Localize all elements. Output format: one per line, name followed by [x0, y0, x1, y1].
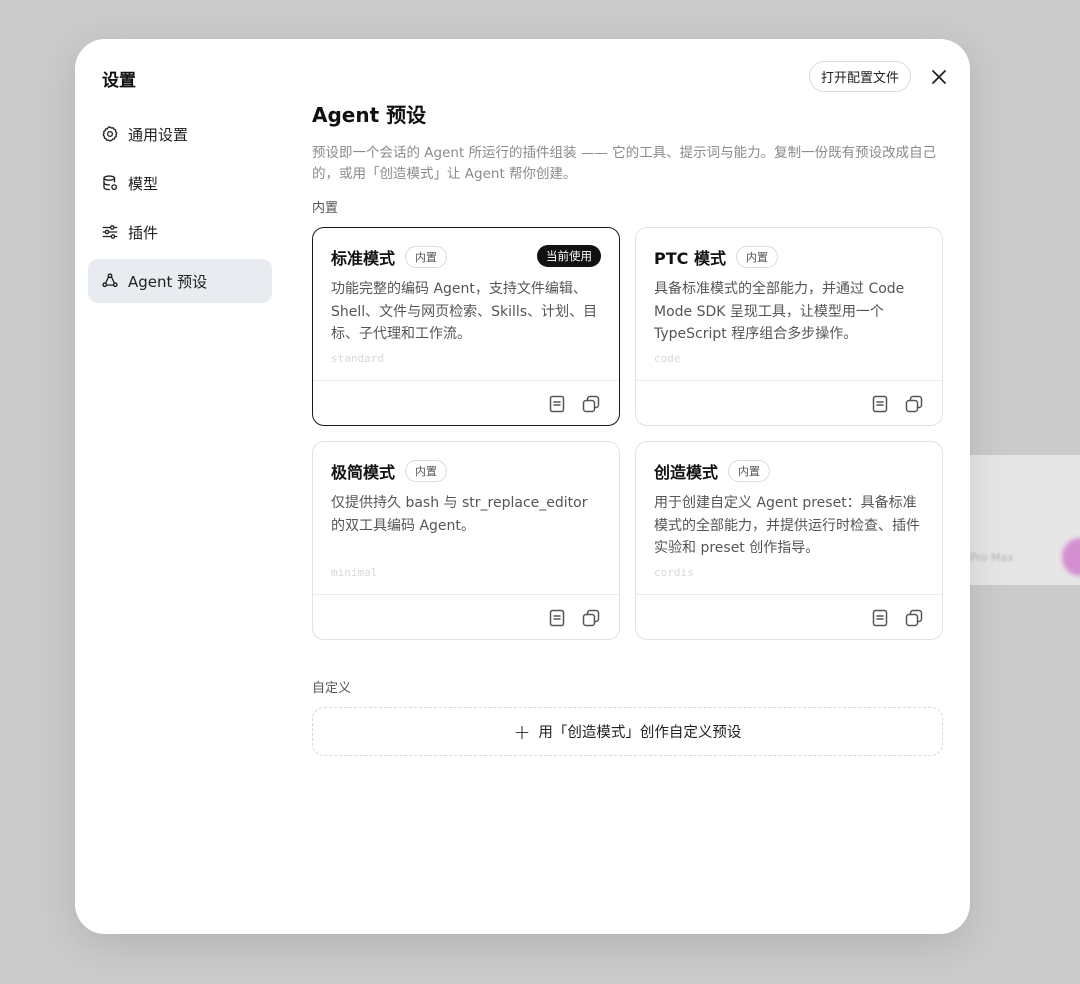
nav-item-label: 插件 [128, 223, 159, 242]
preset-card-ptc[interactable]: PTC 模式 内置 具备标准模式的全部能力，并通过 Code Mode SDK … [635, 227, 943, 426]
modal-title: 设置 [102, 71, 136, 91]
nav-item-models[interactable]: 模型 [88, 161, 272, 205]
preset-description: 具备标准模式的全部能力，并通过 Code Mode SDK 呈现工具，让模型用一… [654, 281, 905, 342]
plus-icon: + [513, 719, 531, 744]
card-divider [313, 594, 619, 595]
agent-presets-panel: Agent 预设 预设即一个会话的 Agent 所运行的插件组装 —— 它的工具… [312, 99, 944, 756]
create-custom-preset-label: 用「创造模式」创作自定义预设 [538, 725, 742, 741]
duplicate-button[interactable] [904, 608, 924, 628]
builtin-badge: 内置 [405, 460, 448, 482]
preset-id: minimal [331, 566, 378, 579]
database-icon [101, 174, 119, 192]
builtin-badge: 内置 [735, 246, 778, 268]
close-button[interactable] [927, 65, 951, 89]
copy-icon [582, 609, 600, 627]
preset-description: 仅提供持久 bash 与 str_replace_editor 的双工具编码 A… [331, 495, 588, 534]
background-model-label: Pro Max [970, 551, 1014, 564]
preset-description: 功能完整的编码 Agent，支持文件编辑、Shell、文件与网页检索、Skill… [331, 281, 598, 342]
builtin-badge: 内置 [728, 460, 771, 482]
background-panel [965, 455, 1080, 585]
nav-item-plugins[interactable]: 插件 [88, 210, 272, 254]
preset-id: standard [331, 352, 384, 365]
preset-name: 创造模式 [654, 463, 719, 482]
settings-nav: 通用设置 模型 插件 Agent 预设 [88, 112, 272, 308]
document-icon [872, 395, 888, 413]
page-title: Agent 预设 [312, 103, 427, 127]
view-document-button[interactable] [870, 608, 890, 628]
document-icon [549, 609, 565, 627]
preset-id: code [654, 352, 681, 365]
duplicate-button[interactable] [904, 394, 924, 414]
copy-icon [905, 609, 923, 627]
document-icon [549, 395, 565, 413]
nav-item-agent-presets[interactable]: Agent 预设 [88, 259, 272, 303]
open-config-file-button[interactable]: 打开配置文件 [809, 61, 912, 92]
preset-id: cordis [654, 566, 694, 579]
preset-card-standard[interactable]: 标准模式 内置 当前使用 功能完整的编码 Agent，支持文件编辑、Shell、… [312, 227, 620, 426]
document-icon [872, 609, 888, 627]
nav-item-general[interactable]: 通用设置 [88, 112, 272, 156]
preset-description: 用于创建自定义 Agent preset：具备标准模式的全部能力，并提供运行时检… [654, 495, 920, 556]
settings-modal: 设置 通用设置 模型 插件 Agent 预设 打开配置文件 Agent 预设 预… [75, 39, 970, 934]
nav-item-label: 模型 [128, 174, 159, 193]
preset-card-minimal[interactable]: 极简模式 内置 仅提供持久 bash 与 str_replace_editor … [312, 441, 620, 640]
gear-icon [101, 125, 119, 143]
duplicate-button[interactable] [581, 394, 601, 414]
copy-icon [905, 395, 923, 413]
close-icon [932, 70, 946, 84]
preset-card-create[interactable]: 创造模式 内置 用于创建自定义 Agent preset：具备标准模式的全部能力… [635, 441, 943, 640]
card-divider [313, 380, 619, 381]
page-description: 预设即一个会话的 Agent 所运行的插件组装 —— 它的工具、提示词与能力。复… [312, 145, 937, 182]
view-document-button[interactable] [547, 608, 567, 628]
current-in-use-badge: 当前使用 [537, 245, 601, 267]
card-divider [636, 380, 942, 381]
preset-name: 极简模式 [331, 463, 396, 482]
builtin-section-label: 内置 [312, 201, 339, 216]
custom-section-label: 自定义 [312, 681, 352, 696]
nav-item-label: Agent 预设 [128, 272, 208, 291]
sliders-icon [101, 223, 119, 241]
duplicate-button[interactable] [581, 608, 601, 628]
builtin-badge: 内置 [405, 246, 448, 268]
create-custom-preset-button[interactable]: + 用「创造模式」创作自定义预设 [312, 707, 943, 756]
card-divider [636, 594, 942, 595]
preset-name: PTC 模式 [654, 249, 726, 268]
nav-item-label: 通用设置 [128, 125, 189, 144]
agent-icon [101, 272, 119, 290]
copy-icon [582, 395, 600, 413]
preset-name: 标准模式 [331, 249, 396, 268]
view-document-button[interactable] [547, 394, 567, 414]
view-document-button[interactable] [870, 394, 890, 414]
preset-card-grid: 标准模式 内置 当前使用 功能完整的编码 Agent，支持文件编辑、Shell、… [312, 227, 944, 640]
